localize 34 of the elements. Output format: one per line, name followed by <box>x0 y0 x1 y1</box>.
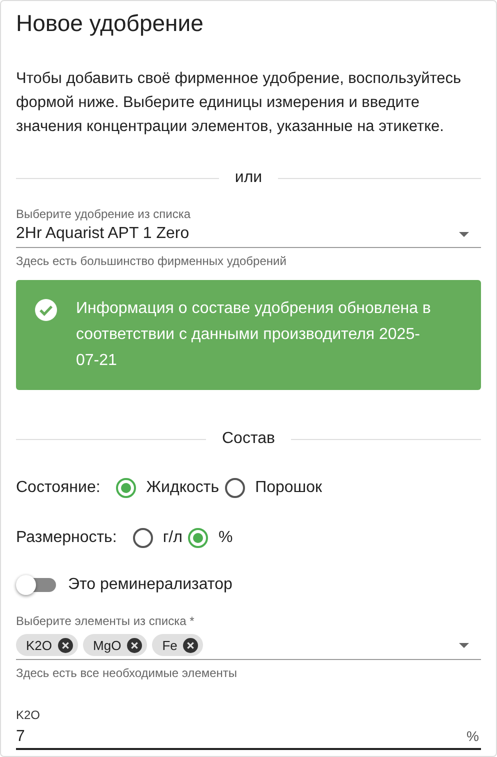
toggle-switch[interactable] <box>18 578 56 592</box>
radio-icon[interactable] <box>132 528 153 548</box>
field-label: Выберите элементы из списка * <box>16 614 194 628</box>
switch-label: Это реминерализатор <box>68 576 232 594</box>
element-chip[interactable]: Fe <box>152 634 204 656</box>
radio-icon[interactable] <box>116 478 136 498</box>
check-circle-icon <box>34 298 58 322</box>
page-title: Новое удобрение <box>16 9 204 37</box>
remove-icon[interactable] <box>127 638 142 652</box>
dropdown-caret-icon[interactable] <box>459 232 469 236</box>
divider-label: или <box>234 169 262 187</box>
remove-icon[interactable] <box>58 638 74 652</box>
radio-option[interactable]: Порошок <box>225 478 322 498</box>
field-label: K2O <box>16 708 40 722</box>
radio-group-label: Состояние: <box>16 479 100 497</box>
radio-group-label: Размерность: <box>16 529 117 547</box>
unit-suffix: % <box>466 728 479 744</box>
divider-label: Состав <box>222 430 275 448</box>
radio-option[interactable]: % <box>188 528 233 548</box>
radio-icon[interactable] <box>225 478 246 498</box>
element-chip[interactable]: MgO <box>83 634 148 656</box>
field-label: Выберите удобрение из списка <box>16 207 191 221</box>
fertilizer-select[interactable]: 2Hr Aquarist APT 1 Zero <box>16 223 481 248</box>
concentration-field[interactable]: 7 <box>16 724 467 748</box>
radio-option[interactable]: Жидкость <box>116 478 220 498</box>
field-hint: Здесь есть все необходимые элементы <box>16 666 238 680</box>
radio-icon[interactable] <box>188 528 208 548</box>
remove-icon[interactable] <box>183 638 198 652</box>
element-chip[interactable]: K2O <box>16 634 78 656</box>
intro-text: Чтобы добавить своё фирменное удобрение, воспользуйтесь формой ниже. Выберите единицы измерения и введите значения концентрации элементов, указанные на этикетке. <box>16 69 462 137</box>
field-hint: Здесь есть большинство фирменных удобрений <box>16 254 286 268</box>
alert-text: Информация о составе удобрения обновлена в соответствии с данными производителя 2025-07-21 <box>76 299 432 371</box>
dropdown-caret-icon[interactable] <box>459 642 469 648</box>
radio-option[interactable]: г/л <box>132 528 182 548</box>
